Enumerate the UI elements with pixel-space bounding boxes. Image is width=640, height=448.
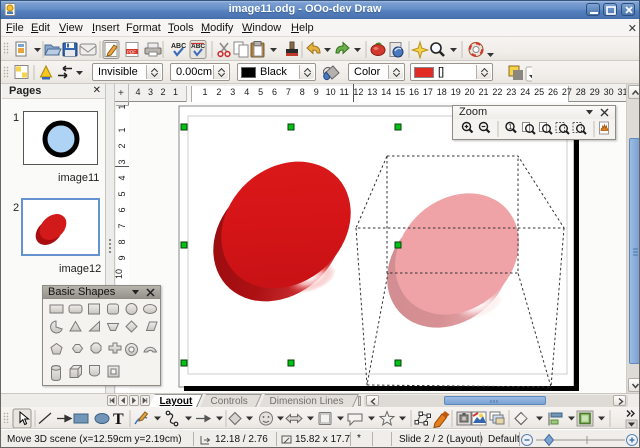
svg-text:PDF: PDF [127, 50, 136, 55]
svg-text:1: 1 [508, 124, 512, 131]
svg-text:T: T [113, 411, 124, 428]
svg-text:ABC: ABC [171, 43, 186, 50]
